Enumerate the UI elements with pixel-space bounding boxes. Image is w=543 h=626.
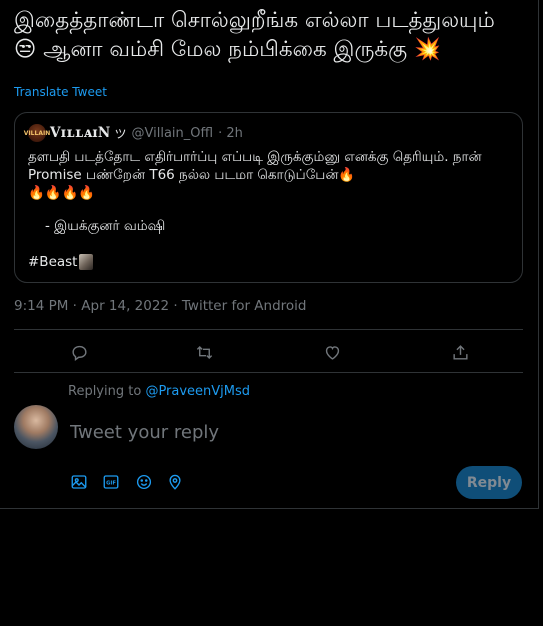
location-icon: [169, 474, 181, 490]
tweet-text: இதைத்தாண்டா சொல்லுறீங்க எல்லா படத்துலயும…: [14, 8, 495, 62]
like-action[interactable]: [321, 341, 343, 363]
quoted-tweet-header: VILLAIN VɪʟʟᴀɪN ツ @Villain_Offl · 2h: [24, 124, 243, 142]
reply-icon: [71, 345, 87, 361]
image-icon: [71, 475, 87, 489]
share-action[interactable]: [449, 341, 471, 363]
divider: [14, 329, 523, 330]
gif-icon: GIF: [103, 475, 119, 489]
reply-action[interactable]: [68, 341, 90, 363]
reply-input[interactable]: [68, 418, 452, 446]
svg-text:GIF: GIF: [106, 480, 116, 486]
tweet-actions: [14, 331, 523, 371]
quoted-tweet[interactable]: VILLAIN VɪʟʟᴀɪN ツ @Villain_Offl · 2h தளப…: [14, 112, 523, 283]
replying-to: Replying to @PraveenVjMsd: [68, 384, 250, 399]
quoted-avatar-text: VILLAIN: [23, 129, 51, 137]
retweet-action[interactable]: [193, 341, 215, 363]
heart-icon: [325, 345, 339, 360]
divider: [14, 372, 523, 373]
replying-to-label: Replying to: [68, 384, 142, 399]
emoji-icon: [136, 474, 152, 490]
quoted-age: · 2h: [218, 125, 243, 141]
tweet-detail-panel: இதைத்தாண்டா சொல்லுறீங்க எல்லா படத்துலயும…: [0, 0, 539, 509]
add-location-button[interactable]: [165, 472, 185, 492]
quoted-hashtag-row: #Beast: [28, 254, 94, 270]
add-gif-button[interactable]: GIF: [101, 472, 121, 492]
beast-hashflag-image: [79, 254, 94, 270]
quoted-avatar[interactable]: VILLAIN: [24, 124, 50, 142]
share-icon: [452, 344, 468, 360]
quoted-tweet-text: தளபதி படத்தோட எதிர்பார்ப்பு எப்படி இருக்…: [28, 149, 482, 201]
quoted-signature: - இயக்குனர் வம்ஷி: [45, 218, 166, 234]
tweet-timestamp[interactable]: 9:14 PM · Apr 14, 2022 · Twitter for And…: [14, 298, 307, 314]
quoted-display-name[interactable]: VɪʟʟᴀɪN: [50, 125, 111, 141]
quoted-hashtag[interactable]: #Beast: [28, 254, 77, 270]
replying-to-handle[interactable]: @PraveenVjMsd: [145, 384, 250, 399]
translate-tweet-link[interactable]: Translate Tweet: [14, 85, 107, 99]
current-user-avatar[interactable]: [14, 405, 58, 449]
quoted-name-badge: ツ: [114, 126, 127, 141]
reply-button[interactable]: Reply: [456, 466, 522, 499]
quoted-handle: @Villain_Offl: [131, 125, 214, 141]
add-emoji-button[interactable]: [134, 472, 154, 492]
retweet-icon: [196, 345, 212, 359]
add-media-button[interactable]: [69, 472, 89, 492]
